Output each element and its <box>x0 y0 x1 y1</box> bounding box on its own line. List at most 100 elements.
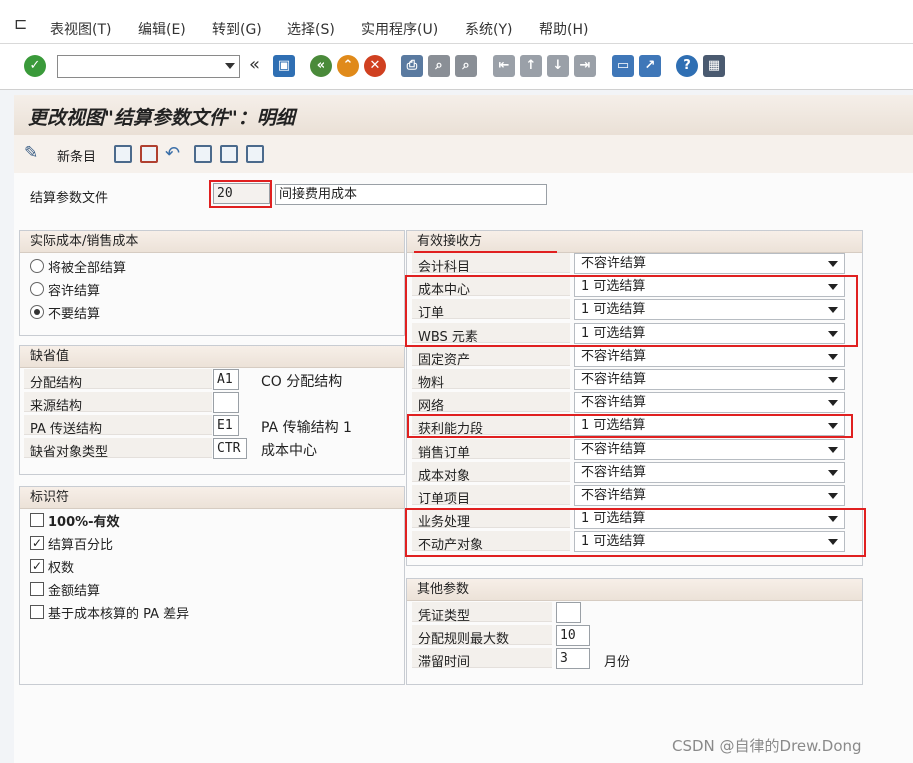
default-object-type-text: 成本中心 <box>261 443 317 459</box>
receiver-label: 销售订单 <box>418 445 471 461</box>
prev-page-icon[interactable]: ↑ <box>520 55 542 77</box>
new-session-icon[interactable]: ▭ <box>612 55 634 77</box>
default-object-type-field[interactable]: CTR <box>213 438 247 459</box>
chevron-down-icon[interactable] <box>828 469 838 476</box>
cancel-icon[interactable]: ✕ <box>364 55 386 77</box>
next-entry-icon[interactable] <box>220 145 238 163</box>
highlight-profile <box>209 180 272 208</box>
customize-icon[interactable]: ▦ <box>703 55 725 77</box>
other-row-label: 凭证类型 <box>418 609 471 624</box>
help-icon[interactable]: ? <box>676 55 698 77</box>
watermark: CSDN @自律的Drew.Dong <box>672 737 862 755</box>
display-change-icon[interactable]: ✎ <box>24 143 38 163</box>
receiver-select[interactable]: 不容许结算 <box>574 485 845 506</box>
receiver-select[interactable]: 不容许结算 <box>574 369 845 390</box>
exit-icon[interactable]: ⌃ <box>337 55 359 77</box>
delete-icon[interactable] <box>140 145 158 163</box>
pa-transfer-structure-text: PA 传输结构 1 <box>261 420 352 436</box>
application-toolbar: ✎ 新条目 ↶ <box>14 135 913 173</box>
residence-time-field[interactable]: 3 <box>556 648 590 669</box>
previous-entry-icon[interactable] <box>194 145 212 163</box>
chevron-down-icon[interactable] <box>828 377 838 383</box>
command-field-value <box>58 56 62 71</box>
source-structure-field[interactable] <box>213 392 239 413</box>
default-row-label: 来源结构 <box>30 399 83 414</box>
radio-settle-allowed-label: 容许结算 <box>48 284 101 299</box>
chevron-down-icon[interactable] <box>225 63 235 69</box>
find-next-icon[interactable]: ⌕ <box>455 55 477 77</box>
nav-back-icon[interactable]: « <box>310 55 332 77</box>
find-icon[interactable]: ⌕ <box>428 55 450 77</box>
menu-edit[interactable]: 编辑(E) <box>138 19 186 39</box>
menu-system[interactable]: 系统(Y) <box>465 19 512 39</box>
other-params-title: 其他参数 <box>407 579 862 601</box>
chevron-down-icon[interactable] <box>828 353 838 360</box>
checkbox-amount-label: 金额结算 <box>48 584 101 599</box>
checkbox-equivalence[interactable]: ✓ <box>30 559 44 573</box>
chevron-down-icon[interactable] <box>828 261 838 267</box>
default-row-label: 分配结构 <box>30 376 83 391</box>
menu-help[interactable]: 帮助(H) <box>539 19 588 39</box>
receiver-select-value: 不容许结算 <box>581 256 647 271</box>
menu-goto[interactable]: 转到(G) <box>212 19 262 39</box>
receiver-select-value: 不容许结算 <box>581 464 647 480</box>
radio-no-settle-label: 不要结算 <box>48 307 101 322</box>
actual-costs-title: 实际成本/销售成本 <box>20 231 404 253</box>
copy-as-icon[interactable] <box>114 145 132 163</box>
menu-icon[interactable]: ⊏ <box>14 14 27 33</box>
checkbox-percentage-label: 结算百分比 <box>48 538 114 553</box>
print-icon[interactable]: ⎙ <box>401 55 423 77</box>
variant-icon[interactable] <box>246 145 264 163</box>
menu-table-view[interactable]: 表视图(T) <box>50 19 111 39</box>
default-row-label: PA 传送结构 <box>30 422 103 437</box>
pa-transfer-structure-field[interactable]: E1 <box>213 415 239 436</box>
checkbox-100-percent-label: 100%-有效 <box>48 515 120 530</box>
shortcut-icon[interactable]: ↗ <box>639 55 661 77</box>
chevron-down-icon[interactable] <box>828 400 838 407</box>
chevron-down-icon[interactable] <box>828 493 838 499</box>
radio-settle-allowed[interactable] <box>30 282 44 296</box>
radio-no-settle[interactable] <box>30 305 44 319</box>
allocation-structure-field[interactable]: A1 <box>213 369 239 390</box>
save-icon[interactable]: ▣ <box>273 55 295 77</box>
profile-text-field: 间接费用成本 <box>275 184 547 205</box>
menu-selection[interactable]: 选择(S) <box>287 19 335 39</box>
profile-label: 结算参数文件 <box>30 191 109 206</box>
receiver-select[interactable]: 不容许结算 <box>574 438 845 460</box>
checkbox-amount[interactable] <box>30 582 44 596</box>
next-page-icon[interactable]: ↓ <box>547 55 569 77</box>
document-type-field[interactable] <box>556 602 581 623</box>
allocation-structure-text: CO 分配结构 <box>261 374 343 390</box>
first-page-icon[interactable]: ⇤ <box>493 55 515 77</box>
page-title: 更改视图"结算参数文件"：明细 <box>28 107 295 129</box>
receiver-select-value: 不容许结算 <box>581 441 647 457</box>
receiver-select-value: 不容许结算 <box>581 395 647 411</box>
checkbox-equivalence-label: 权数 <box>48 561 75 576</box>
command-field[interactable] <box>57 55 240 78</box>
receiver-label: 物料 <box>418 376 445 391</box>
highlight-profit-segment <box>407 414 853 438</box>
new-entries-button[interactable]: 新条目 <box>57 146 96 165</box>
menu-utilities[interactable]: 实用程序(U) <box>361 19 438 39</box>
chevron-down-icon[interactable] <box>828 446 838 453</box>
radio-settle-all-label: 将被全部结算 <box>48 261 127 276</box>
enter-icon[interactable]: ✓ <box>24 55 46 77</box>
radio-settle-all[interactable] <box>30 259 44 273</box>
menu-bar: ⊏ 表视图(T) 编辑(E) 转到(G) 选择(S) 实用程序(U) 系统(Y)… <box>0 0 913 44</box>
receiver-select[interactable]: 不容许结算 <box>574 392 845 414</box>
undo-icon[interactable]: ↶ <box>165 143 180 164</box>
receiver-select[interactable]: 不容许结算 <box>574 253 845 274</box>
back-icon[interactable]: « <box>249 54 260 75</box>
checkbox-100-percent[interactable] <box>30 513 44 527</box>
other-row-label: 滞留时间 <box>418 655 471 670</box>
checkbox-pa-variance[interactable] <box>30 605 44 619</box>
highlight-account-bracket <box>414 251 557 275</box>
checkbox-percentage[interactable]: ✓ <box>30 536 44 550</box>
receiver-select-value: 不容许结算 <box>581 348 647 364</box>
receiver-select[interactable]: 不容许结算 <box>574 461 845 483</box>
receiver-select-value: 不容许结算 <box>581 488 647 503</box>
highlight-business-process <box>405 508 866 557</box>
max-distribution-rules-field[interactable]: 10 <box>556 625 590 646</box>
last-page-icon[interactable]: ⇥ <box>574 55 596 77</box>
receiver-select[interactable]: 不容许结算 <box>574 345 845 367</box>
